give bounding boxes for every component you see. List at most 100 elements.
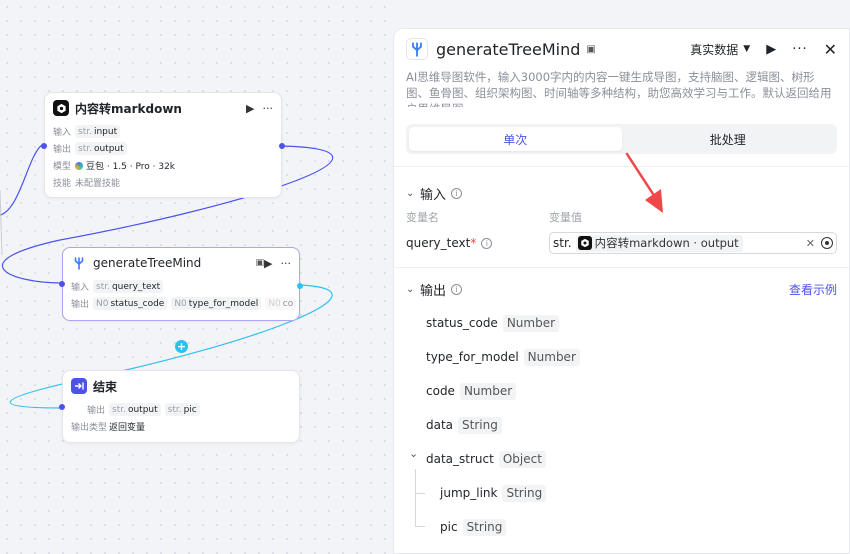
run-icon[interactable]: ▶ xyxy=(264,257,272,270)
variable-tag: str. input xyxy=(75,125,121,138)
input-port[interactable] xyxy=(59,404,65,410)
row-label: 输出 xyxy=(71,300,90,310)
field-name: pic xyxy=(440,520,458,534)
variable-tag: N0 type_for_model xyxy=(171,297,262,310)
clear-icon[interactable]: ✕ xyxy=(806,237,815,250)
panel-title: generateTreeMind xyxy=(436,39,581,59)
output-port[interactable] xyxy=(297,283,303,289)
tree-connector xyxy=(415,469,416,527)
skill-value: 未配置技能 xyxy=(75,179,121,189)
info-icon[interactable]: i xyxy=(451,283,463,295)
data-mode-label: 真实数据 xyxy=(690,42,739,57)
section-title: 输入 xyxy=(420,187,447,203)
data-mode-select[interactable]: 真实数据 ▼ xyxy=(690,41,750,58)
variable-tag: N0 status_code xyxy=(93,297,168,310)
output-field: pic String xyxy=(440,518,507,536)
output-field: status_code Number xyxy=(426,314,560,332)
row-label: 输入 xyxy=(53,128,72,138)
row-label: 输出 xyxy=(53,145,72,155)
tab-single[interactable]: 单次 xyxy=(409,127,622,151)
model-icon xyxy=(75,161,83,170)
annotation-arrow xyxy=(625,152,663,213)
row-label: 技能 xyxy=(53,179,72,189)
node-content-to-markdown[interactable]: 内容转markdown ▶ ··· 输入 str. input 输出 str. ou… xyxy=(41,92,285,198)
field-name: data_struct xyxy=(426,452,494,466)
field-name: data xyxy=(426,418,454,432)
panel-description: AI思维导图软件，输入3000字内的内容一键生成导图，支持脑图、逻辑图、树形图、… xyxy=(406,70,832,107)
more-icon[interactable]: ··· xyxy=(281,257,292,270)
variable-tag: str. pic xyxy=(164,403,200,416)
output-field: data String xyxy=(426,416,502,434)
output-field: code Number xyxy=(426,382,517,400)
more-icon[interactable]: ··· xyxy=(263,102,274,115)
value-type: str. xyxy=(553,236,572,250)
close-icon[interactable]: ✕ xyxy=(824,40,837,59)
llm-icon xyxy=(53,100,69,116)
edge-offscreen-line xyxy=(0,189,3,256)
tab-batch[interactable]: 批处理 xyxy=(622,127,835,151)
field-type: String xyxy=(458,416,502,434)
output-field: jump_link String xyxy=(440,484,547,502)
field-name: status_code xyxy=(426,316,498,330)
node-title: 结束 xyxy=(93,379,118,394)
more-icon[interactable]: ··· xyxy=(792,42,807,57)
row-label: 模型 xyxy=(53,162,72,172)
section-title: 输出 xyxy=(420,283,447,299)
output-field: type_for_model Number xyxy=(426,348,580,366)
variable-value-input[interactable]: str. 内容转markdown · output ✕ xyxy=(549,232,837,254)
workflow-canvas[interactable]: 内容转markdown ▶ ··· 输入 str. input 输出 str. ou… xyxy=(0,0,395,554)
row-label: 输出 xyxy=(87,406,106,416)
model-value: 豆包 · 1.5 · Pro · 32k xyxy=(86,162,176,172)
node-generate-tree-mind[interactable]: generateTreeMind ▣ ▶ ··· 输入 str. query_te… xyxy=(59,247,303,321)
node-title: 内容转markdown xyxy=(75,101,182,116)
variable-tag: str. query_text xyxy=(93,280,164,293)
required-mark: * xyxy=(470,236,477,250)
plugin-badge-icon: ▣ xyxy=(255,258,265,268)
run-icon[interactable]: ▶ xyxy=(766,42,776,57)
node-end[interactable]: 结束 输出 str. output str. pic 输出类型 返回变量 xyxy=(59,370,300,443)
variable-tag: N0 co xyxy=(265,297,297,310)
column-header-value: 变量值 xyxy=(549,211,582,224)
field-type: Number xyxy=(523,348,580,366)
field-name: code xyxy=(426,384,455,398)
node-detail-panel: generateTreeMind ▣ 真实数据 ▼ ▶ ··· ✕ AI思维导图… xyxy=(393,28,850,554)
field-type: Number xyxy=(459,382,517,400)
variable-tag: str. output xyxy=(109,403,161,416)
chevron-down-icon[interactable]: ⌄ xyxy=(409,447,418,460)
column-header-name: 变量名 xyxy=(406,211,439,224)
output-section-header[interactable]: ⌄ 输出 i 查看示例 xyxy=(394,277,849,301)
field-type: Object xyxy=(498,450,546,468)
info-icon[interactable]: i xyxy=(481,237,493,249)
run-icon[interactable]: ▶ xyxy=(246,102,254,115)
edge-start-to-markdown[interactable] xyxy=(0,144,43,216)
chevron-down-icon: ⌄ xyxy=(406,283,415,295)
input-port[interactable] xyxy=(41,143,47,149)
info-icon[interactable]: i xyxy=(451,187,463,199)
field-type: String xyxy=(462,518,507,536)
output-type-value: 返回变量 xyxy=(109,423,146,433)
row-label: 输出类型 xyxy=(71,423,108,433)
caret-down-icon: ▼ xyxy=(743,44,751,54)
field-type: Number xyxy=(502,314,560,332)
output-port[interactable] xyxy=(279,143,285,149)
end-icon xyxy=(71,378,87,394)
plugin-logo-icon xyxy=(406,38,428,60)
llm-icon xyxy=(577,236,592,250)
row-label: 输入 xyxy=(71,283,90,293)
chevron-down-icon: ⌄ xyxy=(406,187,415,199)
input-port[interactable] xyxy=(59,281,65,287)
variable-tag: str. output xyxy=(75,142,127,155)
divider xyxy=(394,267,849,268)
field-name: jump_link xyxy=(440,486,498,500)
output-field: data_struct Object xyxy=(426,450,546,468)
field-type: String xyxy=(502,484,547,502)
variable-name: query_text xyxy=(406,236,471,250)
tree-connector xyxy=(415,526,425,527)
tree-connector xyxy=(415,493,425,494)
plugin-badge-icon: ▣ xyxy=(586,43,596,55)
view-example-link[interactable]: 查看示例 xyxy=(789,281,837,298)
add-node-icon[interactable]: + xyxy=(175,340,188,353)
variable-picker-icon[interactable] xyxy=(821,237,833,249)
field-name: type_for_model xyxy=(426,350,519,364)
plugin-icon xyxy=(71,255,87,271)
